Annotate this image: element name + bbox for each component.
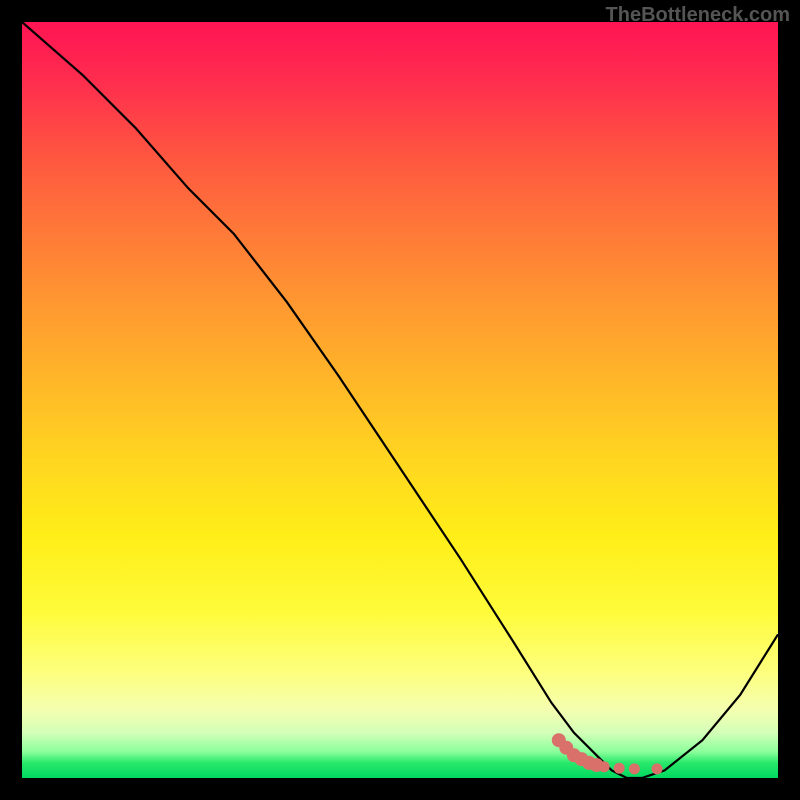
chart-plot-area <box>22 22 778 778</box>
min-marker-dot <box>599 761 610 772</box>
min-marker-dot <box>629 763 640 774</box>
watermark-text: TheBottleneck.com <box>606 4 790 27</box>
chart-curve-line <box>22 22 778 778</box>
chart-svg <box>22 22 778 778</box>
min-marker-dot <box>614 763 625 774</box>
min-marker-dot <box>652 763 663 774</box>
chart-minimum-markers <box>552 733 663 774</box>
